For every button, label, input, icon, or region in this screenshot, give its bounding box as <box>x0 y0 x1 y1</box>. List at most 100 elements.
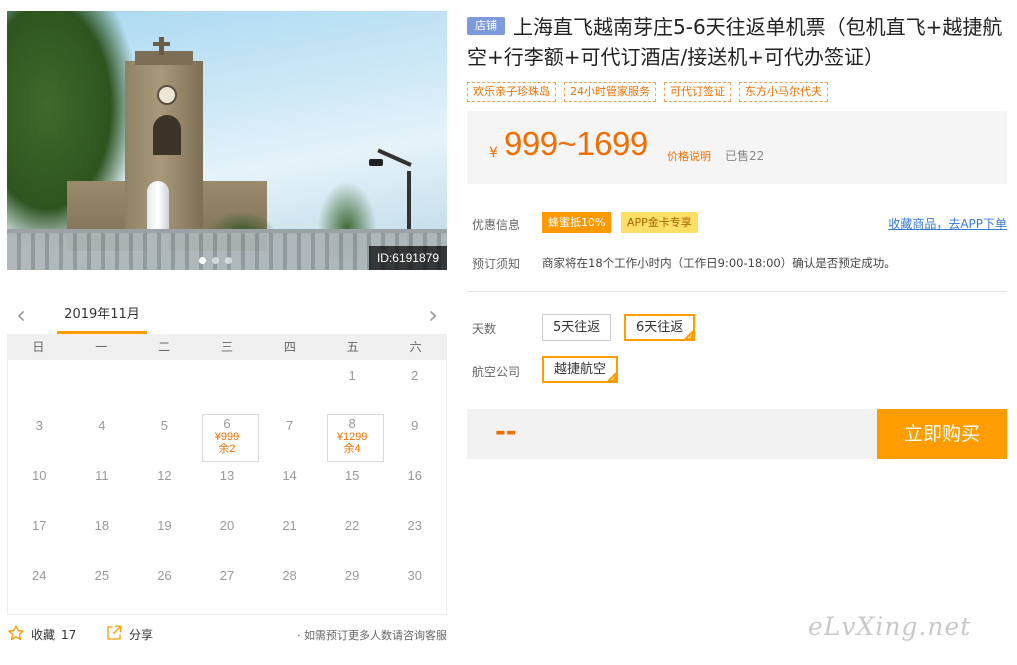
calendar-day-number: 1 <box>348 368 356 383</box>
calendar-day: 1 <box>321 360 384 410</box>
chevron-left-icon[interactable]: ‹ <box>11 303 31 328</box>
calendar-day-number: 29 <box>344 568 360 583</box>
calendar-day: 21 <box>258 510 321 560</box>
calendar-day-number: 5 <box>160 418 169 433</box>
calendar-day: 5 <box>133 410 196 460</box>
calendar-weekday-header: 日 一 二 三 四 五 六 <box>7 334 447 360</box>
calendar-day: 29 <box>321 560 384 610</box>
calendar-day: 27 <box>196 560 259 610</box>
weekday-label: 五 <box>346 340 359 354</box>
photo-clock-face <box>157 85 177 105</box>
calendar-day-number: 28 <box>282 568 297 583</box>
feature-tag: 24小时管家服务 <box>564 82 656 102</box>
calendar-day-number: 2 <box>411 368 419 383</box>
calendar-empty <box>196 360 259 410</box>
calendar-day: 17 <box>8 510 71 560</box>
photo-cross <box>159 37 164 55</box>
calendar-day-number: 8 <box>348 416 356 431</box>
option-days-6[interactable]: 6天往返 <box>624 314 696 342</box>
carousel-dot[interactable] <box>199 257 206 264</box>
calendar-empty <box>8 360 71 410</box>
calendar-day-number: 4 <box>98 418 106 433</box>
weekday-label: 二 <box>158 340 171 354</box>
shop-badge[interactable]: 店铺 <box>467 17 505 35</box>
calendar-day: 2 <box>383 360 446 410</box>
calendar-day: 28 <box>258 560 321 610</box>
calendar-day: 16 <box>383 460 446 510</box>
promo-badge-honey: 蜂蜜抵10% <box>542 212 612 233</box>
calendar-day: 11 <box>71 460 134 510</box>
price-explain-link[interactable]: 价格说明 <box>667 148 711 164</box>
calendar-month-tab[interactable]: 2019年11月 <box>57 305 147 334</box>
photo-cross-bar <box>153 42 170 46</box>
calendar-day-number: 13 <box>219 468 235 483</box>
sold-count: 已售22 <box>725 149 765 163</box>
calendar-day: 12 <box>133 460 196 510</box>
calendar-day-number: 6 <box>223 416 231 431</box>
calendar-day-stock: 余4 <box>343 443 361 455</box>
photo-lamp-head <box>369 159 383 166</box>
product-title: 上海直飞越南芽庄5-6天往返单机票（包机直飞+越捷航空+行李额+可代订酒店/接送… <box>467 15 1003 69</box>
calendar-day-number: 10 <box>32 468 47 483</box>
calendar-grid: 1 2 3 4 5 6 ¥999 余2 7 8 ¥1299 余4 9 10 11 12 13 14 15 16 17 18… <box>7 360 447 615</box>
buy-now-button[interactable]: 立即购买 <box>877 409 1007 459</box>
calendar-day-number: 24 <box>32 568 47 583</box>
calendar-day: 9 <box>383 410 446 460</box>
calendar-day-number: 30 <box>407 568 422 583</box>
calendar-day-number: 27 <box>219 568 235 583</box>
calendar-day: 30 <box>383 560 446 610</box>
calendar-day: 15 <box>321 460 384 510</box>
option-airline-vietjet[interactable]: 越捷航空 <box>542 356 619 384</box>
photo-tower-window <box>153 115 181 155</box>
calendar-day: 22 <box>321 510 384 560</box>
calendar-empty <box>258 360 321 410</box>
calendar-day: 18 <box>71 510 134 560</box>
airline-label: 航空公司 <box>472 365 521 379</box>
favorite-button[interactable]: 收藏 17 <box>7 624 76 645</box>
calendar-day[interactable]: 6 ¥999 余2 <box>196 410 259 462</box>
calendar-day-number: 3 <box>35 418 43 433</box>
calendar-day[interactable]: 8 ¥1299 余4 <box>321 410 384 462</box>
calendar-day: 13 <box>196 460 259 510</box>
calendar-day: 20 <box>196 510 259 560</box>
calendar-day-number: 9 <box>411 418 419 433</box>
price-panel: ¥ 999~1699 价格说明 已售22 <box>467 111 1007 184</box>
favorite-count: 17 <box>61 627 77 642</box>
feature-tag: 可代订签证 <box>664 82 731 102</box>
weekday-label: 一 <box>95 340 108 354</box>
weekday-label: 三 <box>220 340 233 354</box>
calendar-nav: ‹ 2019年11月 › <box>7 300 447 334</box>
left-footer: 收藏 17 分享 · 如需预订更多人数请咨询客服 <box>7 624 447 646</box>
calendar-day: 10 <box>8 460 71 510</box>
carousel-dot[interactable] <box>225 257 232 264</box>
feature-tag: 东方小马尔代夫 <box>739 82 828 102</box>
carousel-dot[interactable] <box>212 257 219 264</box>
app-order-link[interactable]: 收藏商品，去APP下单 <box>888 215 1007 232</box>
calendar-day-number: 20 <box>219 518 235 533</box>
calendar-day: 4 <box>71 410 134 460</box>
calendar-day-number: 22 <box>344 518 360 533</box>
calendar-day-number: 7 <box>285 418 294 433</box>
share-button[interactable]: 分享 <box>105 624 153 645</box>
watermark-logo: eLvXing.net <box>808 612 972 641</box>
price-currency: ¥ <box>489 145 498 161</box>
calendar-day-number: 19 <box>157 518 172 533</box>
product-photo[interactable]: ID:6191879 <box>7 11 447 270</box>
chevron-right-icon[interactable]: › <box>423 303 443 328</box>
calendar-day: 23 <box>383 510 446 560</box>
calendar-day-number: 18 <box>94 518 110 533</box>
calendar-day-number: 15 <box>344 468 360 483</box>
days-label: 天数 <box>472 322 497 336</box>
star-icon <box>7 624 25 645</box>
total-price: -- <box>495 417 517 447</box>
weekday-label: 六 <box>409 340 422 354</box>
calendar-empty <box>71 360 134 410</box>
calendar-day: 25 <box>71 560 134 610</box>
option-days-5[interactable]: 5天往返 <box>542 314 612 341</box>
photo-id-label: ID:6191879 <box>368 246 447 270</box>
consult-note: · 如需预订更多人数请咨询客服 <box>297 629 447 642</box>
calendar-day: 7 <box>258 410 321 460</box>
calendar-day-number: 17 <box>32 518 47 533</box>
feature-tags: 欢乐亲子珍珠岛 24小时管家服务 可代订签证 东方小马尔代夫 <box>467 82 828 102</box>
calendar-day-number: 14 <box>282 468 297 483</box>
